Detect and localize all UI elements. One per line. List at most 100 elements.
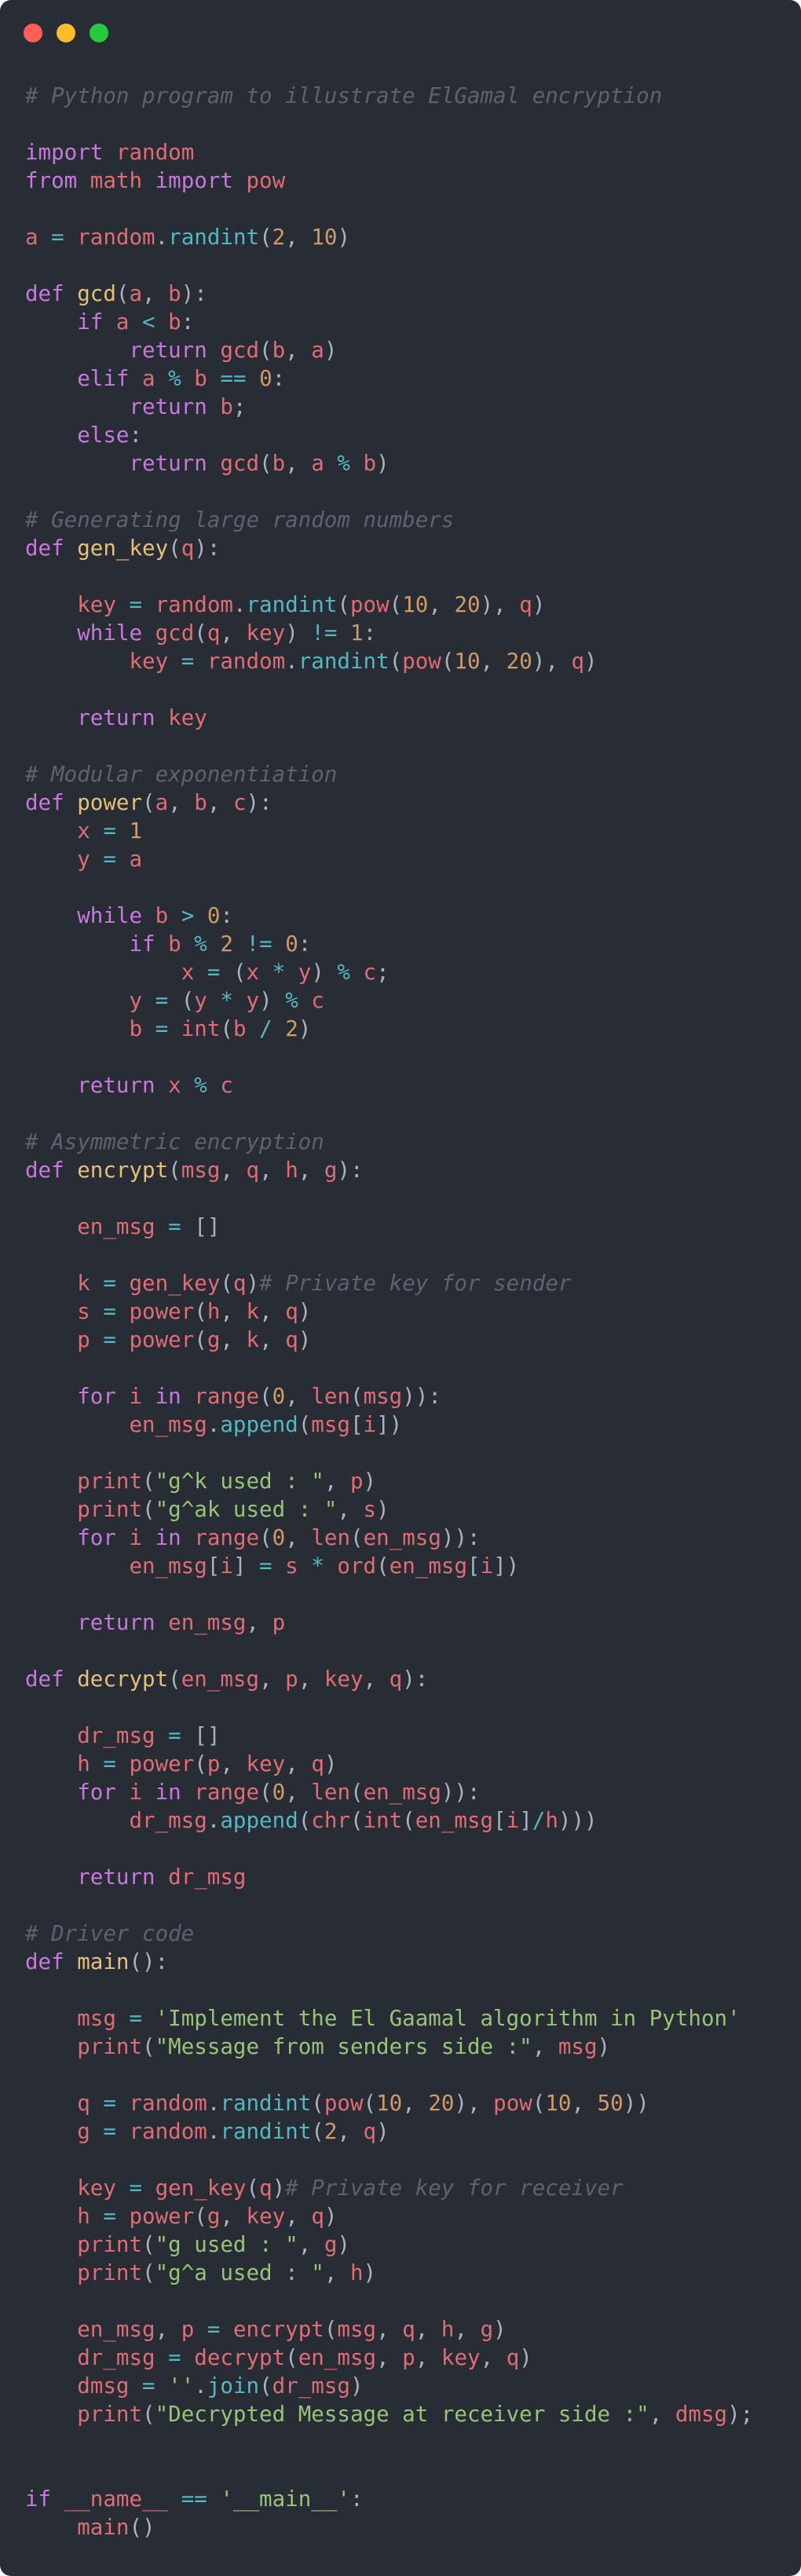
- close-button[interactable]: [24, 24, 42, 42]
- code-token-var: dr_msg: [77, 2345, 155, 2370]
- code-line: print("g used : ", g): [25, 2230, 801, 2259]
- code-token-var: msg: [77, 2006, 116, 2031]
- code-token-var: en_msg: [168, 1610, 247, 1635]
- code-token-var: msg: [337, 2317, 377, 2342]
- code-token-string: '': [168, 2373, 195, 2399]
- minimize-button[interactable]: [57, 24, 75, 42]
- code-token-var: q: [77, 2091, 90, 2116]
- code-token-punct: :: [181, 309, 195, 335]
- code-token-var: p: [349, 1469, 364, 1494]
- code-token-var: k: [77, 1271, 90, 1296]
- maximize-button[interactable]: [90, 24, 108, 42]
- code-token-keyword: for: [77, 1780, 116, 1805]
- code-token-punct: ]): [493, 1553, 520, 1579]
- code-token-punct: ,: [220, 1299, 247, 1324]
- code-token-punct: ):: [181, 281, 207, 306]
- code-token-var: g: [207, 1327, 221, 1352]
- code-token-var: b: [194, 366, 207, 391]
- code-token-punct: ))): [558, 1808, 598, 1833]
- code-token-var: power: [129, 2204, 195, 2229]
- code-token-var: print: [77, 2260, 143, 2285]
- code-token-punct: (: [285, 2345, 298, 2370]
- code-token-keyword: return: [77, 1073, 155, 1098]
- code-token-operator: !=: [246, 931, 272, 957]
- code-token-string: "g used : ": [155, 2232, 298, 2257]
- code-token-var: i: [363, 1412, 377, 1437]
- code-token-punct: ,: [532, 2034, 558, 2059]
- code-token-punct: ): [376, 2119, 390, 2144]
- code-token-keyword: from: [25, 168, 78, 193]
- code-line: en_msg[i] = s * ord(en_msg[i]): [25, 1552, 801, 1580]
- code-token-punct: ]: [519, 1808, 532, 1833]
- code-token-method: randint: [220, 2091, 312, 2116]
- code-token-punct: ): [298, 1016, 312, 1041]
- code-token-var: h: [207, 1299, 221, 1324]
- code-token-number: 50: [597, 2091, 624, 2116]
- code-token-var: q: [181, 536, 195, 561]
- code-token-punct: .: [207, 1412, 221, 1437]
- code-token-punct: ): [376, 1497, 390, 1522]
- code-token-string: "Decrypted Message at receiver side :": [155, 2402, 649, 2427]
- code-token-var: gcd: [220, 338, 260, 363]
- code-token-var: print: [77, 2402, 143, 2427]
- code-line: def gen_key(q):: [25, 534, 801, 562]
- code-token-punct: (: [142, 2402, 155, 2427]
- code-token-var: x: [246, 960, 260, 985]
- code-token-comment: # Asymmetric encryption: [25, 1129, 324, 1154]
- code-line: print("Message from senders side :", msg…: [25, 2033, 801, 2061]
- code-token-keyword: def: [25, 790, 64, 815]
- code-token-punct: (: [194, 2204, 207, 2229]
- code-token-number: 20: [454, 592, 481, 617]
- code-token-punct: (: [259, 338, 272, 363]
- code-line: dr_msg = []: [25, 1722, 801, 1750]
- code-token-var: key: [246, 1751, 286, 1776]
- code-token-punct: ): [337, 225, 350, 250]
- code-token-punct: (: [168, 1158, 181, 1183]
- code-token-var: key: [324, 1667, 364, 1692]
- code-token-punct: ,: [285, 338, 312, 363]
- code-token-punct: ,: [480, 649, 507, 674]
- code-token-punct: ,: [298, 2232, 324, 2257]
- code-token-var: a: [129, 281, 143, 306]
- code-token-punct: ): [532, 592, 546, 617]
- code-token-punct: (: [389, 592, 403, 617]
- code-token-punct: ): [363, 2260, 377, 2285]
- code-token-operator: =: [103, 847, 116, 872]
- code-token-punct: ,: [285, 225, 312, 250]
- code-token-operator: =: [103, 2204, 116, 2229]
- code-token-var: q: [232, 1271, 247, 1296]
- code-line: for i in range(0, len(msg)):: [25, 1382, 801, 1411]
- code-token-punct: (: [349, 1808, 364, 1833]
- code-token-punct: (: [115, 281, 130, 306]
- code-token-var: msg: [558, 2034, 598, 2059]
- code-token-keyword: in: [155, 1384, 181, 1409]
- code-token-punct: ,: [259, 1327, 286, 1352]
